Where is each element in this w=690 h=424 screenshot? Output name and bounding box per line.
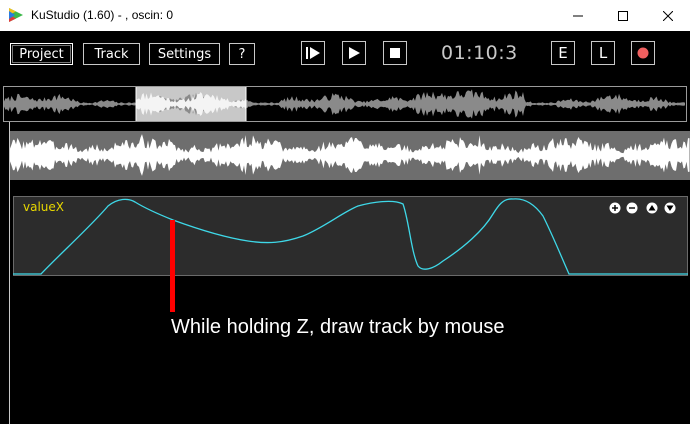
l-button[interactable]: L bbox=[591, 41, 615, 65]
window-title: KuStudio (1.60) - , oscin: 0 bbox=[31, 8, 174, 22]
track-valuex[interactable]: valueX bbox=[13, 196, 688, 276]
settings-button[interactable]: Settings bbox=[149, 43, 220, 65]
overview-waveform-graphic bbox=[4, 87, 685, 121]
instruction-text: While holding Z, draw track by mouse bbox=[171, 316, 505, 338]
record-button[interactable] bbox=[631, 41, 655, 65]
play-button[interactable] bbox=[342, 41, 366, 65]
play-from-start-button[interactable] bbox=[301, 41, 325, 65]
project-button[interactable]: Project bbox=[10, 43, 73, 65]
close-icon bbox=[662, 10, 673, 21]
minimize-button[interactable] bbox=[555, 0, 600, 31]
overview-waveform[interactable] bbox=[3, 86, 687, 122]
track-button[interactable]: Track bbox=[83, 43, 140, 65]
help-button[interactable]: ? bbox=[229, 43, 255, 65]
e-button-label: E bbox=[558, 44, 568, 62]
app-logo-icon bbox=[9, 8, 23, 22]
toolbar: Project Track Settings ? 01:10:3 E L bbox=[0, 31, 690, 79]
play-icon bbox=[349, 47, 360, 59]
track-curve bbox=[13, 198, 688, 275]
maximize-icon bbox=[617, 10, 628, 21]
maximize-button[interactable] bbox=[600, 0, 645, 31]
minimize-icon bbox=[572, 15, 583, 16]
title-bar: KuStudio (1.60) - , oscin: 0 bbox=[0, 0, 690, 32]
detail-waveform-graphic bbox=[10, 134, 690, 176]
stop-button[interactable] bbox=[383, 41, 407, 65]
record-icon bbox=[637, 47, 649, 59]
stop-icon bbox=[390, 48, 400, 58]
pen-marker bbox=[170, 220, 175, 312]
l-button-label: L bbox=[598, 44, 608, 62]
e-button[interactable]: E bbox=[551, 41, 575, 65]
time-display: 01:10:3 bbox=[441, 42, 518, 64]
close-button[interactable] bbox=[645, 0, 690, 31]
play-from-start-icon bbox=[306, 47, 320, 59]
playback-cursor bbox=[9, 122, 10, 424]
detail-waveform[interactable] bbox=[10, 131, 690, 180]
